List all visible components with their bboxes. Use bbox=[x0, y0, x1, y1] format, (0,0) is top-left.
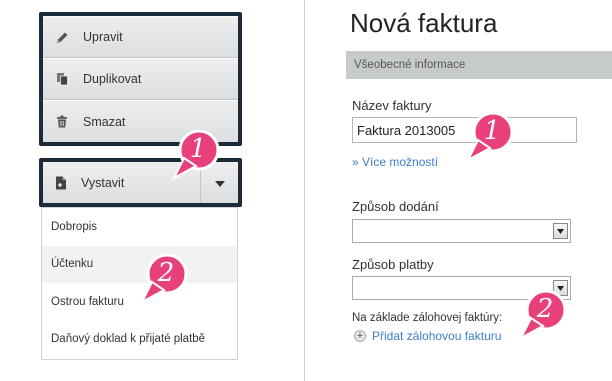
plus-icon: + bbox=[354, 330, 366, 342]
delivery-select[interactable] bbox=[352, 219, 571, 243]
duplicate-button[interactable]: Duplikovat bbox=[43, 58, 238, 100]
add-deposit-label: Přidat zálohovou fakturu bbox=[372, 329, 502, 343]
edit-button[interactable]: Upravit bbox=[43, 16, 238, 58]
delivery-label: Způsob dodání bbox=[352, 199, 439, 214]
deposit-invoice-label: Na základe zálohovej faktúry: bbox=[352, 312, 503, 324]
callout-marker: 2 bbox=[139, 253, 192, 306]
add-deposit-invoice-link[interactable]: + Přidat zálohovou fakturu bbox=[354, 329, 501, 343]
callout-marker: 2 bbox=[518, 289, 571, 342]
callout-marker: 1 bbox=[465, 111, 518, 164]
new-document-icon bbox=[55, 176, 69, 190]
more-options-link[interactable]: » Více možností bbox=[352, 155, 438, 169]
panel-divider bbox=[304, 0, 305, 381]
callout-number: 2 bbox=[157, 258, 175, 288]
invoice-name-input[interactable] bbox=[352, 117, 577, 143]
section-header: Všeobecné informace bbox=[346, 51, 612, 79]
trash-icon bbox=[55, 115, 69, 129]
callout-number: 2 bbox=[536, 294, 554, 324]
action-menu: Upravit Duplikovat Smazat bbox=[39, 12, 242, 146]
pencil-icon bbox=[55, 30, 69, 44]
invoice-name-label: Název faktury bbox=[352, 98, 432, 113]
callout-number: 1 bbox=[189, 134, 207, 164]
payment-label: Způsob platby bbox=[352, 257, 434, 272]
issue-label: Vystavit bbox=[81, 175, 125, 190]
copy-icon bbox=[55, 72, 69, 86]
callout-number: 1 bbox=[483, 116, 501, 146]
callout-marker: 1 bbox=[171, 129, 224, 182]
edit-label: Upravit bbox=[83, 30, 123, 44]
page-title: Nová faktura bbox=[350, 8, 498, 38]
option-credit-note[interactable]: Dobropis bbox=[42, 208, 237, 246]
duplicate-label: Duplikovat bbox=[83, 72, 142, 86]
delete-label: Smazat bbox=[83, 114, 126, 129]
option-tax-document[interactable]: Daňový doklad k přijaté platbě bbox=[42, 321, 237, 359]
select-arrow-icon bbox=[553, 223, 568, 239]
